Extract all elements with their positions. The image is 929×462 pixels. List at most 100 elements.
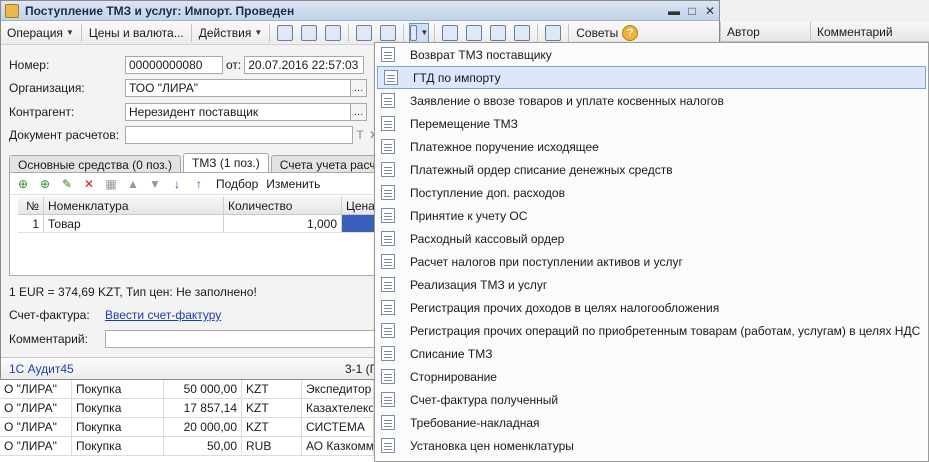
organization-field[interactable]: ТОО "ЛИРА" — [125, 79, 351, 97]
column-comment[interactable]: Комментарий — [810, 22, 929, 41]
menu-item[interactable]: Реализация ТМЗ и услуг — [375, 273, 928, 296]
toolbar-separator — [568, 23, 570, 42]
report-icon[interactable] — [512, 23, 532, 43]
menu-item[interactable]: Возврат ТМЗ поставщику — [375, 43, 928, 66]
settings-icon[interactable] — [543, 23, 563, 43]
settlement-document-field[interactable] — [125, 126, 353, 144]
minimize-icon[interactable]: ▬ — [665, 3, 683, 19]
cell-currency: KZT — [242, 380, 302, 398]
help-icon[interactable]: ? — [622, 24, 639, 41]
column-quantity[interactable]: Количество — [224, 197, 342, 214]
document-icon — [381, 254, 395, 269]
menu-item[interactable]: Поступление доп. расходов — [375, 181, 928, 204]
table-row[interactable]: 1 Товар 1,000 — [18, 215, 390, 233]
column-nomenclature[interactable]: Номенклатура — [44, 197, 224, 214]
column-number[interactable]: № — [18, 197, 44, 214]
prices-button[interactable]: Цены и валюта... — [85, 23, 188, 43]
menu-item[interactable]: ГТД по импорту — [377, 66, 926, 89]
tab-tmz[interactable]: ТМЗ (1 поз.) — [182, 153, 269, 173]
sort-descending-icon[interactable]: ↑ — [190, 175, 208, 193]
menu-item[interactable]: Принятие к учету ОС — [375, 204, 928, 227]
tmz-tab-panel: ⊕ ⊕ ✎ ✕ ▦ ▲ ▼ ↓ ↑ Подбор Изменить № Номе… — [9, 172, 390, 276]
chevron-down-icon: ▼ — [254, 28, 263, 37]
comment-field[interactable] — [105, 330, 375, 348]
menu-item-label: Требование-накладная — [410, 415, 540, 430]
cell-org: О "ЛИРА" — [0, 418, 72, 436]
cell-type: Покупка — [72, 418, 164, 436]
checklist-icon[interactable] — [464, 23, 484, 43]
menu-item[interactable]: Перемещение ТМЗ — [375, 112, 928, 135]
close-icon[interactable]: ✕ — [701, 3, 719, 19]
menu-item[interactable]: Требование-накладная — [375, 411, 928, 434]
menu-item-label: Списание ТМЗ — [410, 346, 493, 361]
document-icon — [381, 208, 395, 223]
selection-button[interactable]: Подбор — [216, 177, 258, 191]
footer-tag: 1С Аудит45 — [9, 361, 74, 376]
post-icon[interactable] — [275, 23, 295, 43]
menu-item[interactable]: Сторнирование — [375, 365, 928, 388]
row-quantity[interactable]: 1,000 — [224, 215, 342, 232]
move-up-icon[interactable]: ▲ — [124, 175, 142, 193]
menu-item[interactable]: Платежное поручение исходящее — [375, 135, 928, 158]
number-field[interactable]: 00000000080 — [125, 56, 223, 74]
structure-icon[interactable] — [378, 23, 398, 43]
contractor-field[interactable]: Нерезидент поставщик — [125, 103, 351, 121]
menu-item[interactable]: Расчет налогов при поступлении активов и… — [375, 250, 928, 273]
menu-item-label: Регистрация прочих доходов в целях налог… — [410, 300, 720, 315]
date-field[interactable]: 20.07.2016 22:57:03 — [244, 56, 365, 74]
menu-item[interactable]: Заявление о ввозе товаров и уплате косве… — [375, 89, 928, 112]
toolbar-separator — [348, 23, 350, 42]
document-icon — [381, 346, 395, 361]
select-contractor-button[interactable]: … — [351, 103, 367, 121]
print-icon[interactable] — [354, 23, 374, 43]
edit-icon[interactable]: ✎ — [58, 175, 76, 193]
cell-contractor: Казахтелеко... — [302, 399, 374, 417]
list-icon[interactable] — [440, 23, 460, 43]
add-icon[interactable]: ⊕ — [14, 175, 32, 193]
document-icon — [381, 323, 395, 338]
text-type-icon[interactable]: T — [353, 126, 367, 144]
menu-item-label: Расходный кассовый ордер — [410, 231, 565, 246]
cell-type: Покупка — [72, 437, 164, 455]
move-down-icon[interactable]: ▼ — [146, 175, 164, 193]
copy-icon[interactable] — [323, 23, 343, 43]
change-button[interactable]: Изменить — [266, 177, 320, 191]
dt-kt-icon[interactable] — [488, 23, 508, 43]
menu-item[interactable]: Расходный кассовый ордер — [375, 227, 928, 250]
menu-item[interactable]: Регистрация прочих доходов в целях налог… — [375, 296, 928, 319]
sort-ascending-icon[interactable]: ↓ — [168, 175, 186, 193]
delete-icon[interactable]: ✕ — [80, 175, 98, 193]
select-organization-button[interactable]: … — [351, 79, 367, 97]
toolbar-separator — [269, 23, 271, 42]
document-icon — [381, 415, 395, 430]
menu-item[interactable]: Списание ТМЗ — [375, 342, 928, 365]
cell-org: О "ЛИРА" — [0, 437, 72, 455]
row-nomenclature[interactable]: Товар — [44, 215, 224, 232]
invoice-label: Счет-фактура: — [9, 308, 90, 322]
column-author[interactable]: Автор — [720, 22, 810, 41]
menu-item[interactable]: Платежный ордер списание денежных средст… — [375, 158, 928, 181]
menu-item[interactable]: Установка цен номенклатуры — [375, 434, 928, 457]
title-bar[interactable]: Поступление ТМЗ и услуг: Импорт. Проведе… — [1, 1, 719, 21]
enter-invoice-link[interactable]: Ввести счет-фактуру — [105, 308, 221, 322]
cell-org: О "ЛИРА" — [0, 380, 72, 398]
menu-item-label: Счет-фактура полученный — [410, 392, 559, 407]
end-edit-icon[interactable]: ▦ — [102, 175, 120, 193]
refresh-icon[interactable] — [299, 23, 319, 43]
toolbar-separator — [403, 23, 405, 42]
actions-menu[interactable]: Действия ▼ — [195, 23, 267, 43]
document-icon — [381, 185, 395, 200]
tips-button[interactable]: Советы? — [572, 23, 642, 43]
menu-item[interactable]: Регистрация прочих операций по приобрете… — [375, 319, 928, 342]
document-icon — [384, 70, 398, 85]
cell-sum: 17 857,14 — [164, 399, 242, 417]
maximize-icon[interactable]: □ — [683, 3, 701, 19]
operation-menu[interactable]: Операция ▼ — [3, 23, 78, 43]
copy-row-icon[interactable]: ⊕ — [36, 175, 54, 193]
menu-item[interactable]: Счет-фактура полученный — [375, 388, 928, 411]
create-based-on-icon[interactable]: ▼ — [409, 22, 430, 43]
document-icon — [381, 93, 395, 108]
menu-item-label: Реализация ТМЗ и услуг — [410, 277, 548, 292]
menu-item-label: Поступление доп. расходов — [410, 185, 565, 200]
tab-fixed-assets[interactable]: Основные средства (0 поз.) — [9, 155, 181, 173]
